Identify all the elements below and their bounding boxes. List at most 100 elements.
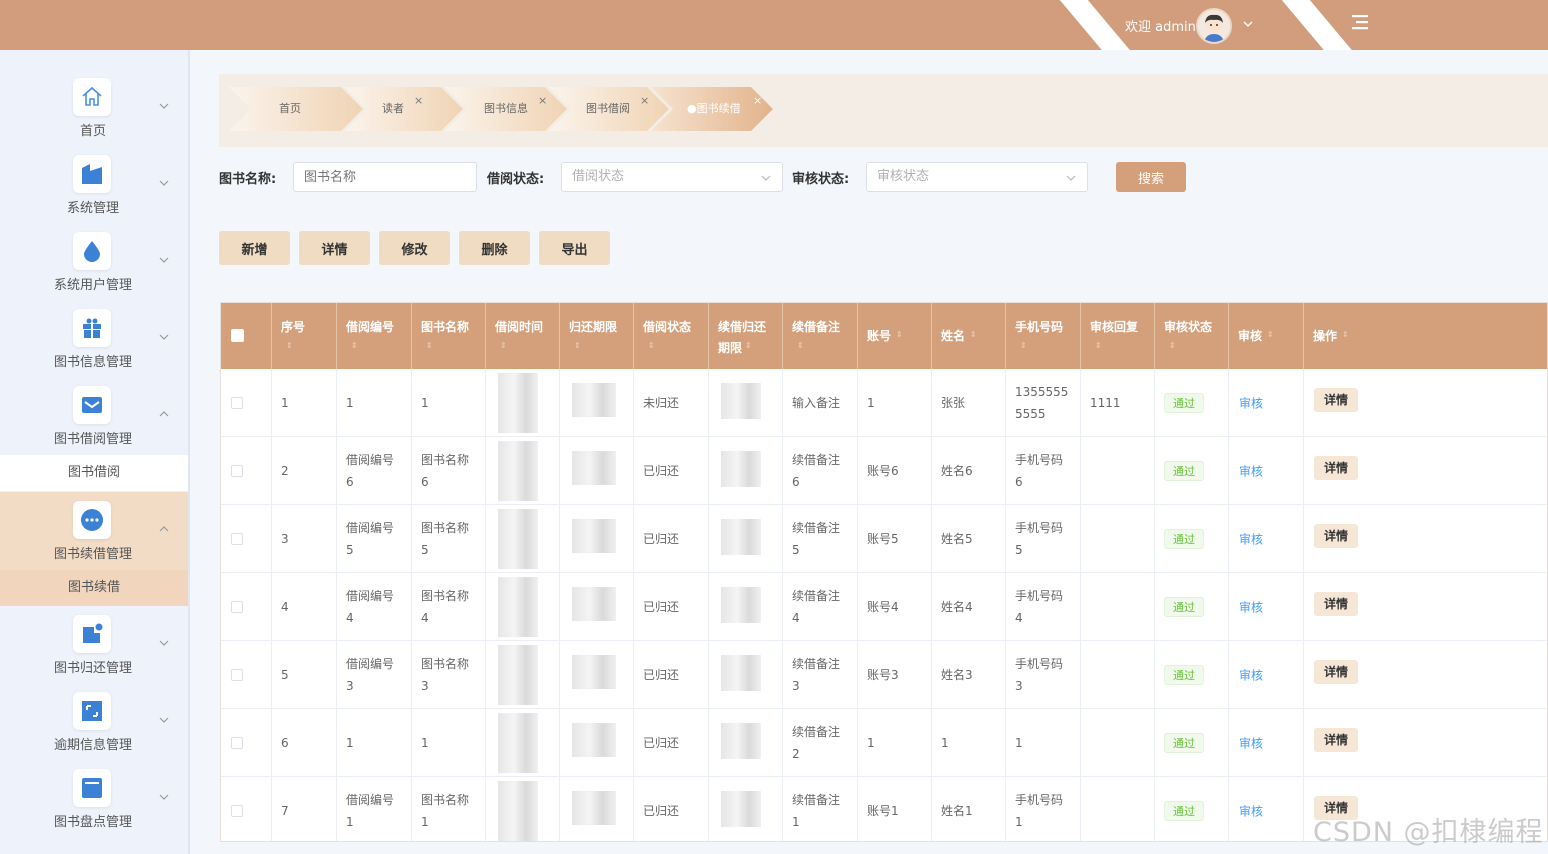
close-icon[interactable]: ×: [753, 79, 762, 123]
header-account[interactable]: 账号 ⇕: [858, 303, 932, 369]
sidebar-subitem-renew[interactable]: 图书续借: [0, 570, 188, 606]
header-borrow-status[interactable]: 借阅状态 ⇕: [634, 303, 709, 369]
table-cell: 1: [337, 709, 412, 777]
chevron-down-icon: [761, 175, 771, 181]
checkbox[interactable]: [231, 601, 243, 613]
audit-link[interactable]: 审核: [1239, 463, 1263, 480]
table-cell: 图书名称 1: [412, 777, 486, 841]
header-borrow-no[interactable]: 借阅编号 ⇕: [337, 303, 412, 369]
sort-icon[interactable]: ⇕: [500, 341, 507, 350]
tab-home[interactable]: 首页: [229, 87, 301, 131]
tab-book-renew[interactable]: ●图书续借 ×: [637, 87, 762, 131]
detail-button[interactable]: 详情: [299, 231, 370, 265]
audit-status-select[interactable]: 审核状态: [866, 162, 1088, 192]
table-cell: 借阅编号 6: [337, 437, 412, 505]
header-name[interactable]: 姓名 ⇕: [932, 303, 1006, 369]
sort-icon[interactable]: ⇕: [426, 341, 433, 350]
header-audit-status[interactable]: 审核状态 ⇕: [1155, 303, 1229, 369]
table-row[interactable]: 2 借阅编号 6 图书名称 6 已归还 续借备注 6 账号6 姓名6 手机号码 6 通过 审核 详情: [221, 437, 1547, 505]
tab-reader[interactable]: 读者 ×: [332, 87, 423, 131]
sort-icon[interactable]: ⇕: [797, 341, 804, 350]
chevron-down-icon[interactable]: [1242, 18, 1254, 30]
sidebar-item-inventory[interactable]: 图书盘点管理: [0, 769, 188, 846]
header-audit[interactable]: 审核 ⇕: [1229, 303, 1304, 369]
tab-book-info[interactable]: 图书信息 ×: [434, 87, 547, 131]
sort-icon[interactable]: ⇕: [970, 330, 977, 339]
sidebar-item-label: 首页: [79, 124, 106, 139]
table-row[interactable]: 4 借阅编号 4 图书名称 4 已归还 续借备注 4 账号4 姓名4 手机号码 4 通过 审核 详情: [221, 573, 1547, 641]
add-button[interactable]: 新增: [219, 231, 290, 265]
table-cell: 详情: [1304, 369, 1547, 437]
export-button[interactable]: 导出: [539, 231, 610, 265]
checkbox[interactable]: [231, 805, 243, 817]
sidebar-item-label: 图书借阅管理: [53, 432, 132, 447]
sort-icon[interactable]: ⇕: [574, 341, 581, 350]
audit-link[interactable]: 审核: [1239, 395, 1263, 412]
row-detail-button[interactable]: 详情: [1314, 524, 1358, 548]
header-book-name[interactable]: 图书名称 ⇕: [412, 303, 486, 369]
row-detail-button[interactable]: 详情: [1314, 456, 1358, 480]
checkbox[interactable]: [231, 533, 243, 545]
table-row[interactable]: 3 借阅编号 5 图书名称 5 已归还 续借备注 5 账号5 姓名5 手机号码 5 通过 审核 详情: [221, 505, 1547, 573]
sidebar-item-home[interactable]: 首页: [0, 78, 188, 155]
search-button[interactable]: 搜索: [1116, 162, 1186, 192]
menu-toggle-icon[interactable]: [1350, 13, 1370, 31]
row-detail-button[interactable]: 详情: [1314, 592, 1358, 616]
audit-link[interactable]: 审核: [1239, 735, 1263, 752]
notification-icon: [73, 615, 111, 653]
row-detail-button[interactable]: 详情: [1314, 660, 1358, 684]
header-audit-reply[interactable]: 审核回复 ⇕: [1081, 303, 1155, 369]
table-row[interactable]: 6 1 1 已归还 续借备注 2 1 1 1 通过 审核 详情: [221, 709, 1547, 777]
sort-icon[interactable]: ⇕: [1020, 341, 1027, 350]
table-cell: [221, 709, 272, 777]
table-cell: 审核: [1229, 573, 1304, 641]
sidebar-item-borrow[interactable]: 图书借阅管理: [0, 386, 188, 463]
sort-icon[interactable]: ⇕: [745, 341, 752, 350]
audit-link[interactable]: 审核: [1239, 803, 1263, 820]
audit-link[interactable]: 审核: [1239, 599, 1263, 616]
sort-icon[interactable]: ⇕: [1267, 330, 1274, 339]
book-name-input[interactable]: [293, 162, 477, 192]
header-renew-deadline[interactable]: 续借归还 期限 ⇕: [709, 303, 783, 369]
sidebar-subitem-borrow[interactable]: 图书借阅: [0, 455, 188, 491]
checkbox[interactable]: [231, 465, 243, 477]
sidebar-item-renew[interactable]: 图书续借管理: [0, 501, 188, 578]
row-detail-button[interactable]: 详情: [1314, 388, 1358, 412]
audit-link[interactable]: 审核: [1239, 667, 1263, 684]
sidebar-item-return[interactable]: 图书归还管理: [0, 615, 188, 692]
sidebar-item-sys-user[interactable]: 系统用户管理: [0, 232, 188, 309]
sort-icon[interactable]: ⇕: [896, 330, 903, 339]
checkbox[interactable]: [231, 329, 244, 342]
row-detail-button[interactable]: 详情: [1314, 728, 1358, 752]
sort-icon[interactable]: ⇕: [1169, 341, 1176, 350]
header-renew-note[interactable]: 续借备注 ⇕: [783, 303, 858, 369]
sort-icon[interactable]: ⇕: [1342, 330, 1349, 339]
checkbox[interactable]: [231, 397, 243, 409]
avatar[interactable]: [1196, 8, 1232, 44]
header-borrow-time[interactable]: 借阅时间 ⇕: [486, 303, 560, 369]
audit-link[interactable]: 审核: [1239, 531, 1263, 548]
header-phone[interactable]: 手机号码 ⇕: [1006, 303, 1081, 369]
header-index[interactable]: 序号 ⇕: [272, 303, 337, 369]
header-return-deadline[interactable]: 归还期限 ⇕: [560, 303, 634, 369]
table-cell: 借阅编号 3: [337, 641, 412, 709]
borrow-status-select[interactable]: 借阅状态: [561, 162, 783, 192]
header-select-all[interactable]: [221, 303, 272, 369]
delete-button[interactable]: 删除: [459, 231, 530, 265]
tab-book-borrow[interactable]: 图书借阅 ×: [536, 87, 649, 131]
table-row[interactable]: 1 1 1 未归还 输入备注 1 张张 1355555 5555 1111 通过 审核 详情: [221, 369, 1547, 437]
sort-icon[interactable]: ⇕: [1095, 341, 1102, 350]
sort-icon[interactable]: ⇕: [351, 341, 358, 350]
table-row[interactable]: 5 借阅编号 3 图书名称 3 已归还 续借备注 3 账号3 姓名3 手机号码 3 通过 审核 详情: [221, 641, 1547, 709]
sidebar-item-overdue[interactable]: 逾期信息管理: [0, 692, 188, 769]
sidebar-item-system[interactable]: 系统管理: [0, 155, 188, 232]
edit-button[interactable]: 修改: [379, 231, 450, 265]
table-cell: 7: [272, 777, 337, 841]
table-cell: 借阅编号 1: [337, 777, 412, 841]
checkbox[interactable]: [231, 669, 243, 681]
sort-icon[interactable]: ⇕: [286, 341, 293, 350]
sidebar-item-book-info[interactable]: 图书信息管理: [0, 309, 188, 386]
sort-icon[interactable]: ⇕: [648, 341, 655, 350]
checkbox[interactable]: [231, 737, 243, 749]
close-icon[interactable]: ×: [414, 79, 423, 123]
